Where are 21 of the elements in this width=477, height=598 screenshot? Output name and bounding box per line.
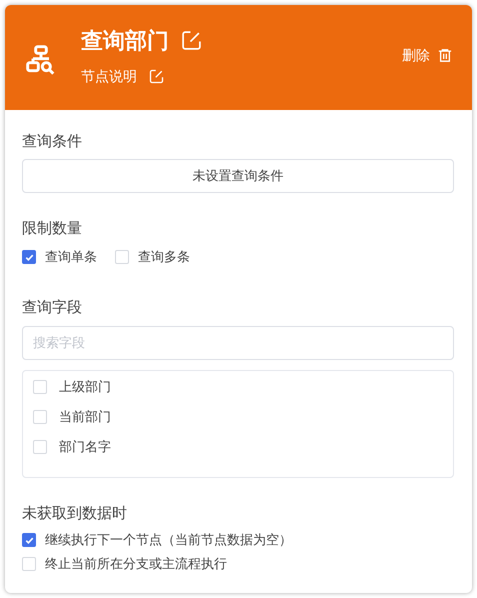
- field-name: 上级部门: [59, 379, 111, 396]
- checkbox-label: 查询多条: [138, 249, 190, 266]
- trash-icon: [438, 48, 452, 63]
- checkbox-label: 终止当前所在分支或主流程执行: [45, 556, 227, 573]
- set-conditions-button[interactable]: 未设置查询条件: [22, 159, 454, 193]
- checkbox-label: 查询单条: [45, 249, 97, 266]
- node-description: 节点说明: [81, 68, 137, 86]
- node-title: 查询部门: [81, 28, 169, 56]
- field-name: 当前部门: [59, 409, 111, 426]
- search-field[interactable]: 搜索字段: [22, 326, 454, 360]
- node-search-icon: [25, 44, 57, 76]
- checkbox[interactable]: [22, 250, 36, 264]
- checkbox-label: 继续执行下一个节点（当前节点数据为空）: [45, 532, 292, 549]
- section-label: 未获取到数据时: [22, 504, 128, 523]
- checkbox[interactable]: [22, 533, 36, 547]
- field-name: 部门名字: [59, 439, 111, 456]
- edit-icon[interactable]: [149, 69, 164, 84]
- section-label: 查询字段: [22, 298, 83, 317]
- section-label: 限制数量: [22, 219, 83, 238]
- edit-icon[interactable]: [181, 30, 202, 51]
- section-label: 查询条件: [22, 132, 83, 151]
